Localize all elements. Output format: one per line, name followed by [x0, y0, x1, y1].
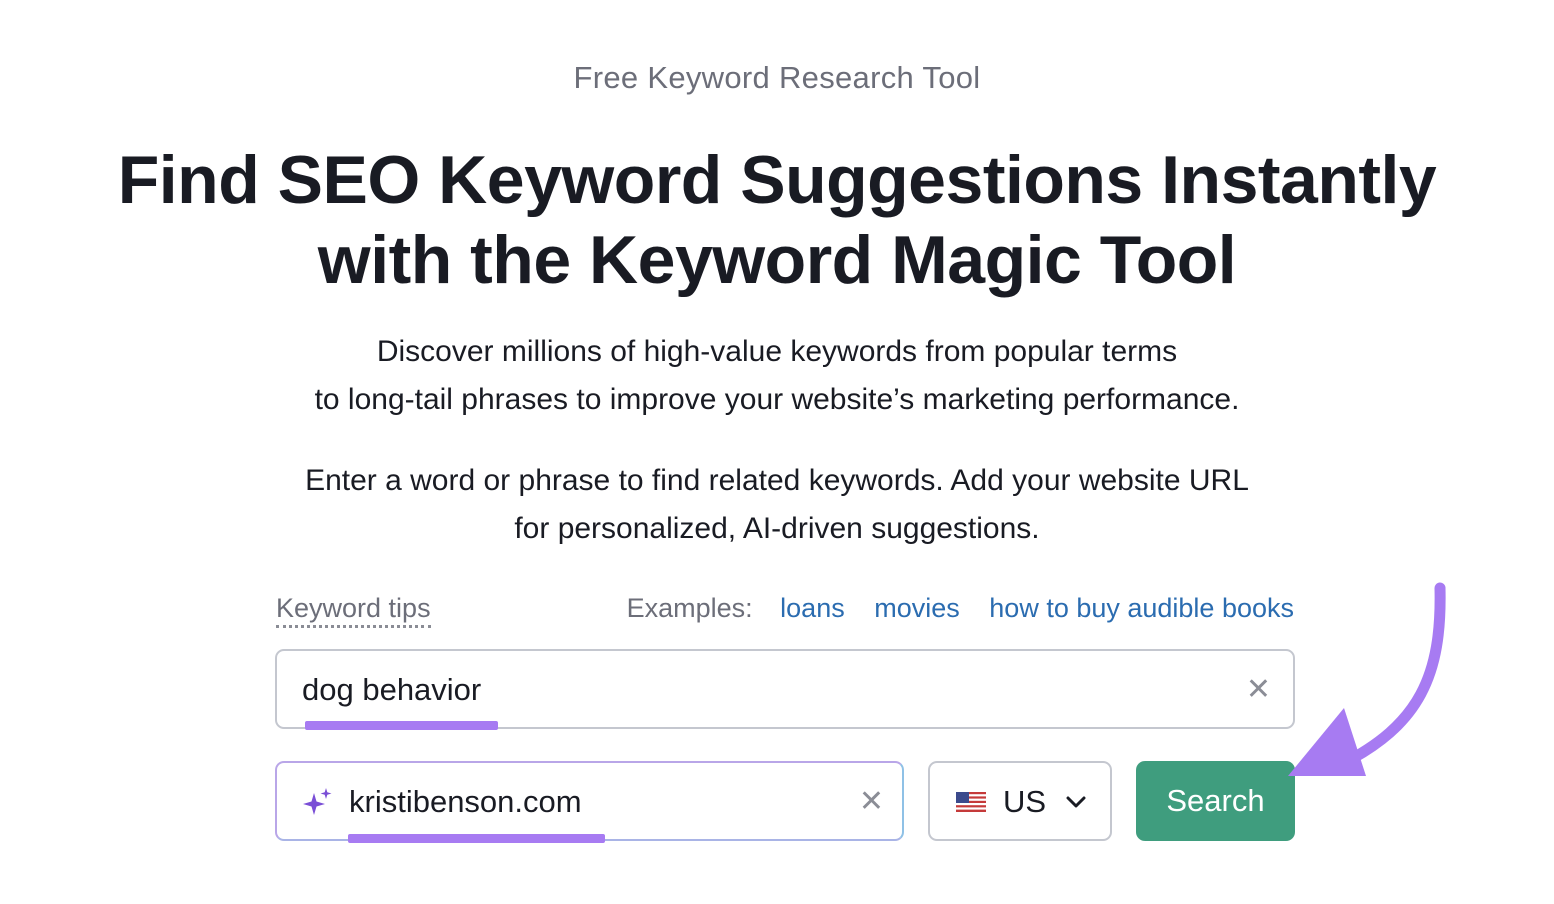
intro-paragraph: Discover millions of high-value keywords… [0, 328, 1554, 424]
keyword-highlight-underline [305, 721, 498, 730]
instructions-line-2: for personalized, AI-driven suggestions. [514, 512, 1040, 545]
url-highlight-underline [348, 834, 605, 843]
sparkle-icon [303, 788, 332, 815]
instructions-paragraph: Enter a word or phrase to find related k… [0, 457, 1554, 553]
instructions-line-1: Enter a word or phrase to find related k… [305, 464, 1249, 497]
website-url-value[interactable]: kristibenson.com [349, 784, 582, 820]
page-title: Find SEO Keyword Suggestions Instantly w… [0, 140, 1554, 300]
us-flag-icon [956, 792, 986, 812]
close-icon[interactable]: ✕ [1246, 675, 1271, 705]
intro-line-2: to long-tail phrases to improve your web… [314, 383, 1240, 416]
example-link-loans[interactable]: loans [780, 593, 845, 623]
keyword-input[interactable]: dog behavior ✕ [275, 649, 1295, 729]
keyword-tips-link[interactable]: Keyword tips [276, 592, 431, 628]
website-url-input[interactable]: kristibenson.com ✕ [275, 761, 904, 841]
annotation-arrow-icon [1288, 582, 1446, 776]
intro-line-1: Discover millions of high-value keywords… [376, 335, 1178, 368]
close-icon[interactable]: ✕ [859, 787, 884, 817]
eyebrow-label: Free Keyword Research Tool [573, 60, 981, 95]
example-link-movies[interactable]: movies [874, 593, 960, 623]
examples-label: Examples: [626, 593, 753, 623]
examples-row: Examples: loans movies how to buy audibl… [627, 592, 1294, 624]
example-link-audible-books[interactable]: how to buy audible books [989, 593, 1294, 623]
country-select[interactable]: US [928, 761, 1112, 841]
country-code: US [1003, 784, 1047, 819]
page-title-line-1: Find SEO Keyword Suggestions Instantly [117, 142, 1437, 218]
page-title-line-2: with the Keyword Magic Tool [317, 222, 1237, 298]
keyword-input-value[interactable]: dog behavior [302, 672, 481, 708]
chevron-down-icon [1066, 796, 1086, 808]
